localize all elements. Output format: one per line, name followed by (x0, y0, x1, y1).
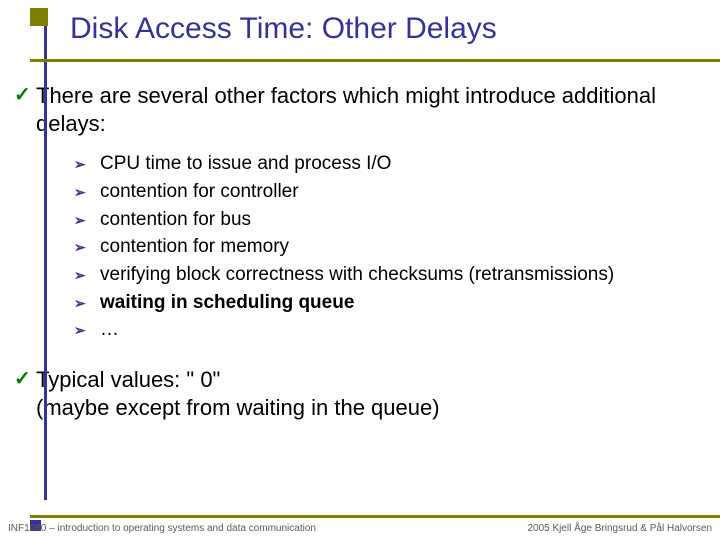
sub-bullet-text: contention for controller (100, 180, 299, 205)
arrow-icon: ➢ (74, 180, 100, 204)
sub-bullet: ➢ waiting in scheduling queue (74, 291, 712, 316)
sub-bullet: ➢ contention for memory (74, 235, 712, 260)
bullet-main-2: ✓ Typical values: " 0" (maybe except fro… (14, 366, 712, 422)
sub-bullet-text: verifying block correctness with checksu… (100, 263, 614, 288)
bullet-main-1: ✓ There are several other factors which … (14, 82, 712, 138)
slide-title: Disk Access Time: Other Delays (70, 12, 720, 46)
left-accent-bar (44, 24, 47, 500)
sub-bullet-text-bold: waiting in scheduling queue (100, 291, 354, 316)
footer: INF1060 – introduction to operating syst… (0, 523, 720, 534)
arrow-icon: ➢ (74, 263, 100, 287)
arrow-icon: ➢ (74, 291, 100, 315)
footer-left: INF1060 – introduction to operating syst… (8, 523, 316, 534)
arrow-icon: ➢ (74, 152, 100, 176)
body-area: ✓ There are several other factors which … (0, 68, 720, 422)
arrow-icon: ➢ (74, 208, 100, 232)
check-icon: ✓ (14, 82, 36, 108)
arrow-icon: ➢ (74, 235, 100, 259)
footer-line (30, 515, 720, 518)
bullet-main-2-line1: Typical values: " 0" (36, 367, 220, 392)
bullet-main-2-text: Typical values: " 0" (maybe except from … (36, 366, 440, 422)
sub-bullet: ➢ contention for bus (74, 208, 712, 233)
slide: Disk Access Time: Other Delays ✓ There a… (0, 0, 720, 540)
arrow-icon: ➢ (74, 318, 100, 342)
sub-bullet-text: contention for bus (100, 208, 251, 233)
sub-bullet-text: … (100, 318, 119, 343)
sub-bullet: ➢ … (74, 318, 712, 343)
title-underline (30, 59, 720, 62)
sub-bullet-list: ➢ CPU time to issue and process I/O ➢ co… (14, 148, 712, 366)
sub-bullet: ➢ verifying block correctness with check… (74, 263, 712, 288)
sub-bullet: ➢ CPU time to issue and process I/O (74, 152, 712, 177)
sub-bullet-text: contention for memory (100, 235, 289, 260)
check-icon: ✓ (14, 366, 36, 392)
title-area: Disk Access Time: Other Delays (0, 0, 720, 68)
title-square-decoration (30, 8, 48, 26)
bullet-main-2-line2: (maybe except from waiting in the queue) (36, 395, 440, 420)
footer-right: 2005 Kjell Åge Bringsrud & Pål Halvorsen (527, 523, 712, 534)
bullet-main-1-text: There are several other factors which mi… (36, 82, 712, 138)
sub-bullet: ➢ contention for controller (74, 180, 712, 205)
sub-bullet-text: CPU time to issue and process I/O (100, 152, 391, 177)
